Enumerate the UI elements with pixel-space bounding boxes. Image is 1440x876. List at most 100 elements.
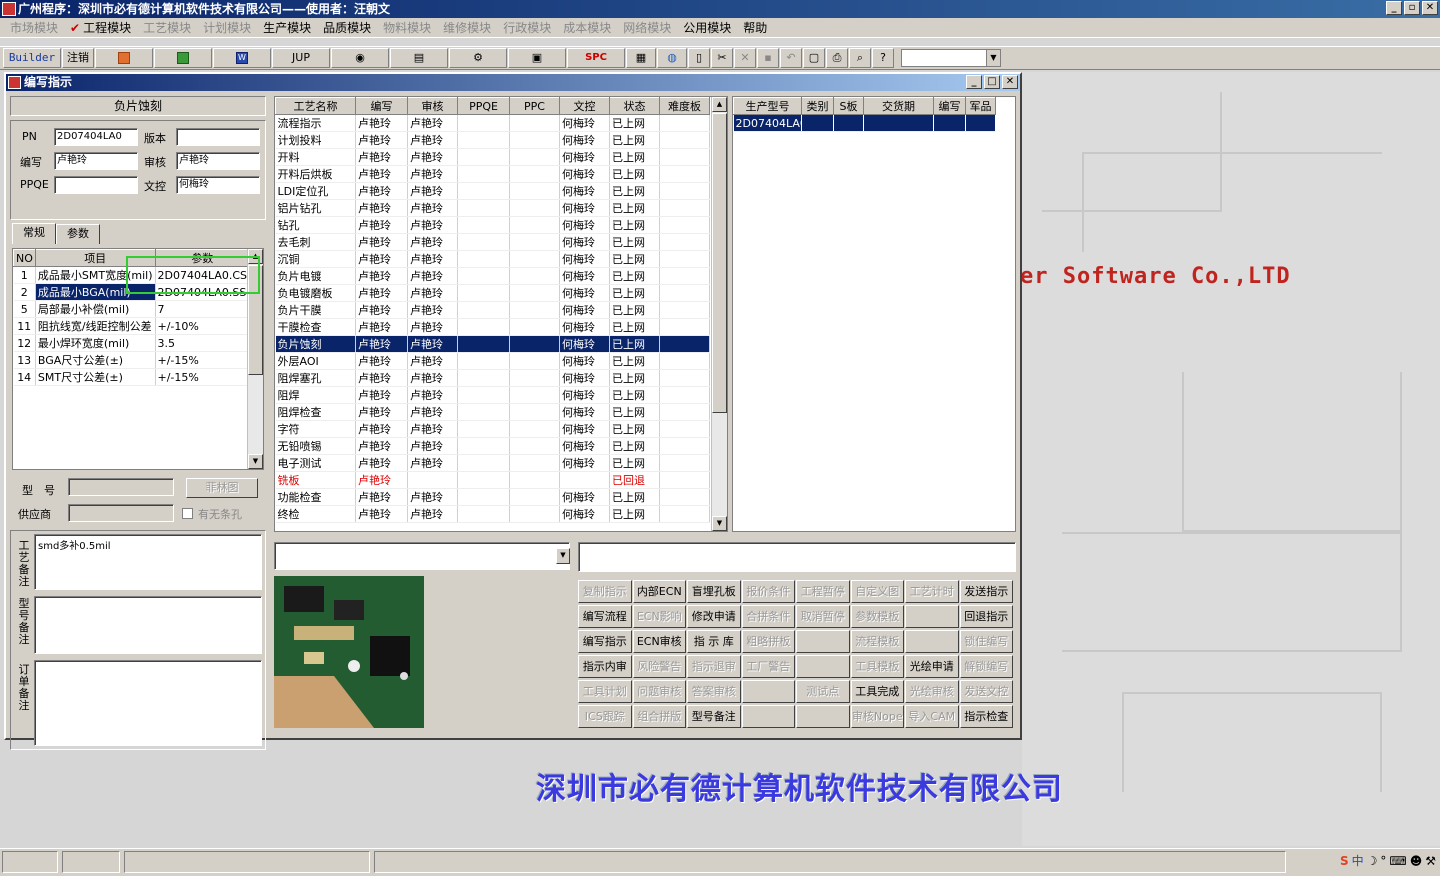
action-button-4-4[interactable]: 测试点 (796, 680, 850, 703)
new-doc-icon[interactable]: ▯ (688, 48, 710, 68)
action-button-0-5[interactable]: 自定义图 (850, 580, 904, 603)
model-col-5[interactable]: 军品 (965, 97, 996, 115)
process-row[interactable]: 外层AOI 卢艳玲 卢艳玲 何梅玲 已上网 (275, 352, 710, 370)
action-button-5-7[interactable]: 指示检查 (959, 705, 1013, 728)
process-col-1[interactable]: 编写 (355, 97, 408, 115)
action-button-0-7[interactable]: 发送指示 (959, 580, 1013, 603)
wrench-icon[interactable]: ⚒ (1425, 854, 1436, 868)
action-button-3-5[interactable]: 工具模板 (850, 655, 904, 678)
process-row[interactable]: 字符 卢艳玲 卢艳玲 何梅玲 已上网 (275, 420, 710, 438)
menu-item-11[interactable]: 公用模块 (677, 19, 737, 36)
menu-item-5[interactable]: 品质模块 (317, 19, 377, 36)
action-button-3-4[interactable] (796, 655, 850, 678)
process-row[interactable]: 开料后烘板 卢艳玲 卢艳玲 何梅玲 已上网 (275, 165, 710, 183)
action-button-4-2[interactable]: 答案审核 (687, 680, 741, 703)
action-button-1-4[interactable]: 取消暂停 (796, 605, 850, 628)
action-button-2-7[interactable]: 锁住编写 (959, 630, 1013, 653)
network-icon[interactable]: ⚙ (449, 48, 507, 68)
print-icon[interactable]: ⎙ (826, 48, 848, 68)
writer-field[interactable]: 卢艳玲 (54, 152, 138, 170)
logout-button[interactable]: 注销 (62, 48, 94, 68)
process-row[interactable]: 铝片钻孔 卢艳玲 卢艳玲 何梅玲 已上网 (275, 199, 710, 217)
action-button-2-0[interactable]: 编写指示 (578, 630, 632, 653)
action-button-3-3[interactable]: 工厂警告 (741, 655, 795, 678)
model-col-0[interactable]: 生产型号 (733, 97, 802, 115)
action-button-2-1[interactable]: ECN审核 (632, 630, 686, 653)
process-row[interactable]: 负片电镀 卢艳玲 卢艳玲 何梅玲 已上网 (275, 267, 710, 285)
action-button-2-4[interactable] (796, 630, 850, 653)
process-col-6[interactable]: 状态 (609, 97, 660, 115)
param-row[interactable]: 12 最小焊环宽度(mil) 3.5 (13, 334, 251, 352)
action-button-0-1[interactable]: 内部ECN (632, 580, 686, 603)
process-row[interactable]: 铣板 卢艳玲 已回退 (275, 471, 710, 489)
action-button-3-1[interactable]: 风险警告 (632, 655, 686, 678)
action-button-4-1[interactable]: 问题审核 (632, 680, 686, 703)
process-row[interactable]: 开料 卢艳玲 卢艳玲 何梅玲 已上网 (275, 148, 710, 166)
sogou-icon[interactable]: S (1340, 854, 1349, 868)
restore-button[interactable]: ▫ (1404, 1, 1420, 15)
child-restore-button[interactable]: □ (984, 75, 1000, 89)
process-row[interactable]: 阻焊 卢艳玲 卢艳玲 何梅玲 已上网 (275, 386, 710, 404)
action-button-2-6[interactable] (905, 630, 959, 653)
process-row[interactable]: 计划投料 卢艳玲 卢艳玲 何梅玲 已上网 (275, 131, 710, 149)
process-row[interactable]: 阻焊塞孔 卢艳玲 卢艳玲 何梅玲 已上网 (275, 369, 710, 387)
help-icon[interactable]: ? (872, 48, 894, 68)
process-row[interactable]: 负片干膜 卢艳玲 卢艳玲 何梅玲 已上网 (275, 301, 710, 319)
action-button-1-6[interactable] (905, 605, 959, 628)
process-row[interactable]: 无铅喷锡 卢艳玲 卢艳玲 何梅玲 已上网 (275, 437, 710, 455)
param-row[interactable]: 11 阻抗线宽/线距控制公差 +/-10% (13, 317, 251, 335)
action-button-4-6[interactable]: 光绘审核 (905, 680, 959, 703)
menu-item-12[interactable]: 帮助 (737, 19, 773, 36)
monitor-icon[interactable]: ▣ (508, 48, 566, 68)
process-row[interactable]: 电子测试 卢艳玲 卢艳玲 何梅玲 已上网 (275, 454, 710, 472)
model-field[interactable] (68, 478, 174, 496)
process-scrollbar[interactable]: ▲ ▼ (711, 97, 727, 531)
process-row[interactable]: 流程指示 卢艳玲 卢艳玲 何梅玲 已上网 (275, 114, 710, 132)
process-row[interactable]: 去毛刺 卢艳玲 卢艳玲 何梅玲 已上网 (275, 233, 710, 251)
action-button-0-6[interactable]: 工艺计时 (905, 580, 959, 603)
menu-item-0[interactable]: 市场模块 (4, 19, 64, 36)
toolbar-combo[interactable]: ▼ (901, 49, 1001, 67)
model-col-1[interactable]: 类别 (801, 97, 834, 115)
version-field[interactable] (176, 128, 260, 146)
process-col-0[interactable]: 工艺名称 (275, 97, 356, 115)
powerpoint-icon[interactable] (95, 48, 153, 68)
action-button-5-6[interactable]: 导入CAM (905, 705, 959, 728)
action-button-2-3[interactable]: 粗略拼板 (741, 630, 795, 653)
preview-icon[interactable]: ▢ (803, 48, 825, 68)
pn-field[interactable]: 2D07404LA0 (54, 128, 138, 146)
action-button-4-7[interactable]: 发送文控 (959, 680, 1013, 703)
ime-language[interactable]: 中 (1352, 852, 1364, 869)
param-row[interactable]: 14 SMT尺寸公差(±) +/-15% (13, 368, 251, 386)
process-row[interactable]: 干膜检查 卢艳玲 卢艳玲 何梅玲 已上网 (275, 318, 710, 336)
action-button-1-0[interactable]: 编写流程 (578, 605, 632, 628)
process-row[interactable]: LDI定位孔 卢艳玲 卢艳玲 何梅玲 已上网 (275, 182, 710, 200)
menu-item-1[interactable]: ✔ 工程模块 (64, 19, 137, 36)
process-col-5[interactable]: 文控 (559, 97, 610, 115)
tab-params[interactable]: 参数 (56, 224, 100, 244)
action-button-0-0[interactable]: 复制指示 (578, 580, 632, 603)
film-button[interactable]: 菲林图 (186, 478, 258, 498)
menu-item-2[interactable]: 工艺模块 (137, 19, 197, 36)
param-row[interactable]: 13 BGA尺寸公差(±) +/-15% (13, 351, 251, 369)
builder-button[interactable]: Builder (3, 48, 61, 68)
action-button-5-4[interactable] (796, 705, 850, 728)
scroll-down-icon[interactable]: ▼ (248, 454, 263, 469)
moon-icon[interactable]: ☽ (1367, 854, 1378, 868)
process-scroll-thumb[interactable] (712, 113, 727, 413)
action-button-1-7[interactable]: 回退指示 (959, 605, 1013, 628)
action-button-2-2[interactable]: 指 示 库 (687, 630, 741, 653)
action-button-0-2[interactable]: 盲埋孔板 (687, 580, 741, 603)
eye-icon[interactable]: ◉ (331, 48, 389, 68)
process-col-4[interactable]: PPC (509, 97, 560, 115)
process-row[interactable]: 负片蚀刻 卢艳玲 卢艳玲 何梅玲 已上网 (275, 335, 710, 353)
action-button-0-4[interactable]: 工程暂停 (796, 580, 850, 603)
action-button-1-5[interactable]: 参数模板 (850, 605, 904, 628)
menu-item-3[interactable]: 计划模块 (197, 19, 257, 36)
action-button-5-2[interactable]: 型号备注 (687, 705, 741, 728)
process-combo[interactable] (274, 542, 570, 570)
menu-item-4[interactable]: 生产模块 (257, 19, 317, 36)
supplier-field[interactable] (68, 504, 174, 522)
process-row[interactable]: 沉铜 卢艳玲 卢艳玲 何梅玲 已上网 (275, 250, 710, 268)
action-button-4-3[interactable] (741, 680, 795, 703)
